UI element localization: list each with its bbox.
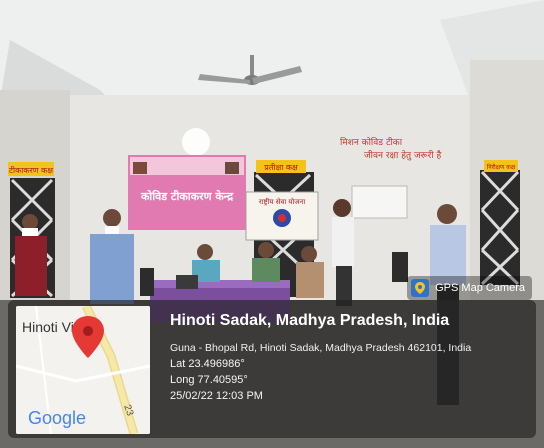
wall-sign-right: निरीक्षण कक्ष bbox=[487, 163, 516, 171]
location-address: Guna - Bhopal Rd, Hinoti Sadak, Madhya P… bbox=[170, 342, 472, 354]
location-title: Hinoti Sadak, Madhya Pradesh, India bbox=[170, 312, 450, 329]
location-info: Hinoti Sadak, Madhya Pradesh, India Guna… bbox=[170, 312, 471, 402]
wall-text-1: मिशन कोविड टीका bbox=[340, 136, 403, 148]
wall-chart bbox=[351, 185, 408, 219]
watermark-badge: GPS Map Camera bbox=[407, 276, 532, 300]
watermark-app-name: GPS Map Camera bbox=[435, 282, 525, 294]
right-door bbox=[480, 170, 520, 286]
banner-left-text: कोविड टीकाकरण केन्द्र bbox=[140, 189, 234, 203]
location-datetime: 25/02/22 12:03 PM bbox=[170, 390, 263, 402]
wall-sign-center: प्रतीक्षा कक्ष bbox=[264, 162, 298, 172]
location-latitude: Lat 23.496986° bbox=[170, 358, 245, 370]
location-longitude: Long 77.40595° bbox=[170, 374, 248, 386]
map-thumbnail: 23 Hinoti Village Google bbox=[16, 306, 150, 434]
gps-pin-icon bbox=[411, 279, 430, 297]
map-google-logo: Google bbox=[28, 408, 86, 428]
nss-banner: राष्ट्रीय सेवा योजना bbox=[245, 191, 319, 241]
chair-2 bbox=[140, 268, 154, 296]
banner-right-text: राष्ट्रीय सेवा योजना bbox=[259, 197, 305, 206]
wall-text-2: जीवन रक्षा हेतु जरूरी है bbox=[364, 149, 442, 161]
ceiling-light bbox=[182, 128, 210, 156]
wall-sign-left: टीकाकरण कक्ष bbox=[9, 165, 53, 175]
vaccination-banner: कोविड टीकाकरण केन्द्र bbox=[128, 155, 246, 230]
laptop bbox=[176, 275, 198, 289]
chair bbox=[392, 252, 408, 282]
geotagged-photo: टीकाकरण कक्ष प्रतीक्षा कक्ष निरीक्षण कक्… bbox=[0, 0, 544, 448]
